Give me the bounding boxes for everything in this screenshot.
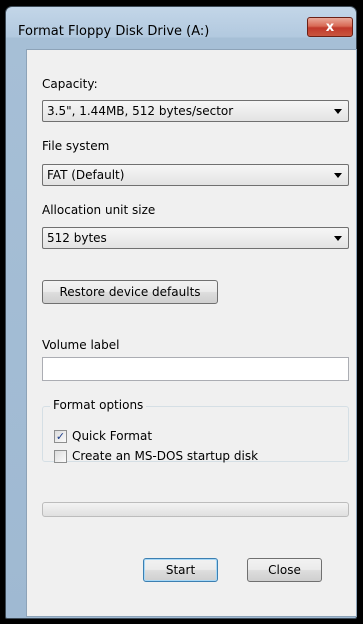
volume-label-input[interactable]: [42, 357, 349, 381]
quick-format-checkbox[interactable]: ✓: [54, 430, 67, 443]
format-dialog-window: Format Floppy Disk Drive (A:) x Capacity…: [5, 6, 357, 619]
dialog-client-area: Capacity: 3.5", 1.44MB, 512 bytes/sector…: [26, 49, 357, 617]
volume-label-label: Volume label: [42, 338, 120, 352]
format-progress-bar: [42, 502, 349, 517]
file-system-label: File system: [42, 139, 110, 153]
quick-format-label: Quick Format: [72, 429, 153, 443]
restore-defaults-button[interactable]: Restore device defaults: [42, 280, 218, 304]
chevron-down-icon: [334, 173, 342, 178]
file-system-dropdown[interactable]: FAT (Default): [42, 164, 349, 186]
start-button[interactable]: Start: [143, 558, 218, 582]
window-title: Format Floppy Disk Drive (A:): [18, 24, 210, 39]
capacity-label: Capacity:: [42, 77, 98, 91]
allocation-unit-value: 512 bytes: [47, 231, 107, 245]
close-icon: x: [325, 19, 335, 35]
capacity-value: 3.5", 1.44MB, 512 bytes/sector: [47, 104, 234, 118]
file-system-value: FAT (Default): [47, 168, 125, 182]
window-close-button[interactable]: x: [307, 17, 353, 37]
checkmark-icon: ✓: [55, 430, 66, 443]
allocation-unit-label: Allocation unit size: [42, 203, 156, 217]
capacity-dropdown[interactable]: 3.5", 1.44MB, 512 bytes/sector: [42, 100, 349, 122]
close-button[interactable]: Close: [247, 558, 322, 582]
chevron-down-icon: [334, 236, 342, 241]
allocation-unit-dropdown[interactable]: 512 bytes: [42, 227, 349, 249]
format-options-legend: Format options: [50, 398, 147, 412]
msdos-startup-label: Create an MS-DOS startup disk: [72, 449, 259, 463]
chevron-down-icon: [334, 109, 342, 114]
msdos-startup-checkbox[interactable]: [54, 450, 67, 463]
